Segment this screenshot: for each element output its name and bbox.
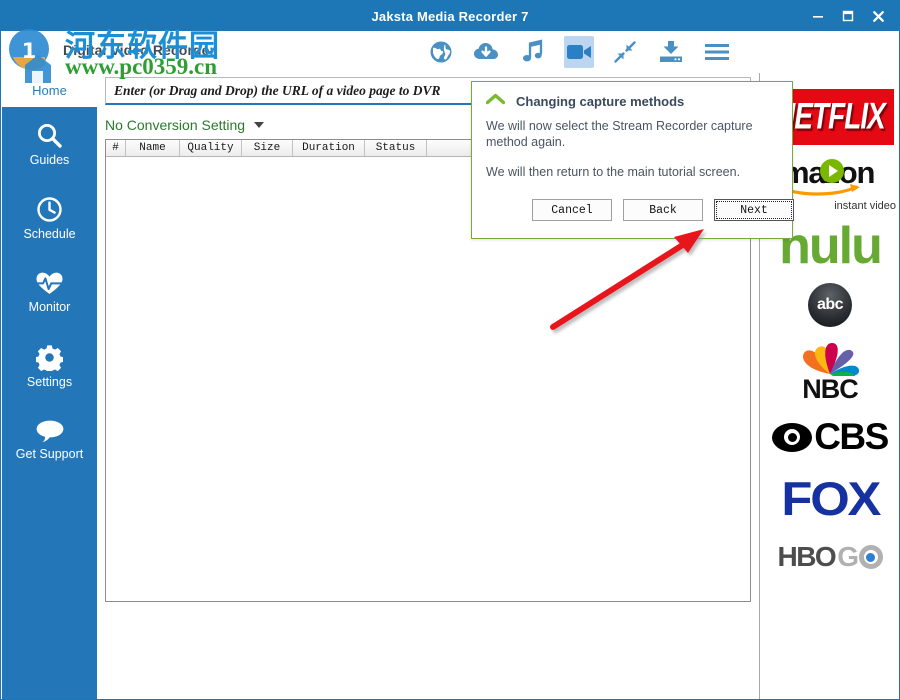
- column-header-status[interactable]: Status: [365, 140, 427, 156]
- dialog-buttons: Cancel Back Next: [532, 199, 794, 221]
- close-button[interactable]: [863, 1, 893, 31]
- main-toolbar: [426, 31, 732, 73]
- app-logo-icon: [9, 35, 55, 71]
- clock-icon: [36, 196, 63, 223]
- tab-home[interactable]: Home: [2, 73, 97, 107]
- hulu-logo-text: hulu: [779, 215, 881, 277]
- sidebar-item-monitor[interactable]: Monitor: [2, 255, 97, 329]
- fox-logo: FOX: [760, 467, 900, 529]
- sidebar-item-get-support-label: Get Support: [16, 448, 83, 461]
- column-header-index[interactable]: #: [106, 140, 126, 156]
- hbo-logo-text: HBO: [777, 541, 835, 573]
- sidebar-item-guides[interactable]: Guides: [2, 107, 97, 181]
- conversion-setting-label: No Conversion Setting: [105, 117, 245, 133]
- nbc-logo: NBC: [760, 333, 900, 407]
- sidebar-item-settings[interactable]: Settings: [2, 329, 97, 403]
- tab-home-label: Home: [32, 83, 67, 98]
- search-icon: [36, 122, 63, 149]
- sidebar: Guides Schedule Monitor: [2, 107, 97, 699]
- sidebar-item-settings-label: Settings: [27, 376, 72, 389]
- minimize-button[interactable]: [803, 1, 833, 31]
- heart-pulse-icon: [35, 271, 64, 296]
- nbc-logo-text: NBC: [802, 374, 858, 405]
- abc-logo: abc: [760, 277, 900, 333]
- sidebar-item-schedule[interactable]: Schedule: [2, 181, 97, 255]
- back-button[interactable]: Back: [623, 199, 703, 221]
- window-title: Jaksta Media Recorder 7: [371, 9, 528, 24]
- nbc-peacock-icon: [797, 336, 863, 376]
- column-header-name[interactable]: Name: [126, 140, 180, 156]
- abc-logo-text: abc: [817, 296, 843, 314]
- window-controls: [803, 1, 893, 31]
- music-note-icon[interactable]: [518, 36, 548, 68]
- sidebar-item-guides-label: Guides: [30, 154, 70, 167]
- download-to-disk-icon[interactable]: [656, 36, 686, 68]
- gear-icon: [36, 344, 63, 371]
- cancel-button[interactable]: Cancel: [532, 199, 612, 221]
- application-window: Jaksta Media Recorder 7 Digital Video Re…: [0, 0, 900, 700]
- dialog-paragraph-1: We will now select the Stream Recorder c…: [486, 118, 782, 150]
- column-header-quality[interactable]: Quality: [180, 140, 242, 156]
- go-logo-text: G: [837, 541, 882, 573]
- sidebar-item-monitor-label: Monitor: [29, 301, 71, 314]
- cbs-logo: CBS: [760, 407, 900, 467]
- video-camera-icon[interactable]: [564, 36, 594, 68]
- dialog-header: Changing capture methods: [486, 92, 684, 110]
- chevron-down-icon: [254, 122, 264, 128]
- sidebar-item-get-support[interactable]: Get Support: [2, 403, 97, 477]
- next-button[interactable]: Next: [714, 199, 794, 221]
- column-header-size[interactable]: Size: [242, 140, 293, 156]
- cbs-logo-text: CBS: [814, 416, 888, 458]
- hamburger-menu-icon[interactable]: [702, 36, 732, 68]
- sidebar-item-schedule-label: Schedule: [23, 228, 75, 241]
- chevron-up-icon: [486, 92, 505, 110]
- column-header-duration[interactable]: Duration: [293, 140, 365, 156]
- compress-arrows-icon[interactable]: [610, 36, 640, 68]
- cloud-download-icon[interactable]: [472, 36, 502, 68]
- dialog-title: Changing capture methods: [516, 94, 684, 109]
- cbs-eye-icon: [772, 423, 812, 452]
- amazon-logo-subtext: instant video: [834, 200, 896, 212]
- changing-capture-methods-dialog: Changing capture methods We will now sel…: [471, 81, 793, 239]
- chat-bubble-icon: [35, 419, 65, 443]
- maximize-button[interactable]: [833, 1, 863, 31]
- play-icon: [820, 159, 844, 183]
- browser-globe-icon[interactable]: [426, 36, 456, 68]
- abc-logo-disc: abc: [808, 283, 852, 327]
- brand-subtitle: Digital Video Recorder: [63, 42, 215, 58]
- app-header: Digital Video Recorder: [1, 31, 899, 73]
- hbo-go-logo: HBO G: [760, 529, 900, 585]
- fox-logo-text: FOX: [781, 471, 879, 526]
- dialog-paragraph-2: We will then return to the main tutorial…: [486, 164, 782, 180]
- go-ring-icon: [859, 545, 883, 569]
- title-bar: Jaksta Media Recorder 7: [1, 1, 899, 31]
